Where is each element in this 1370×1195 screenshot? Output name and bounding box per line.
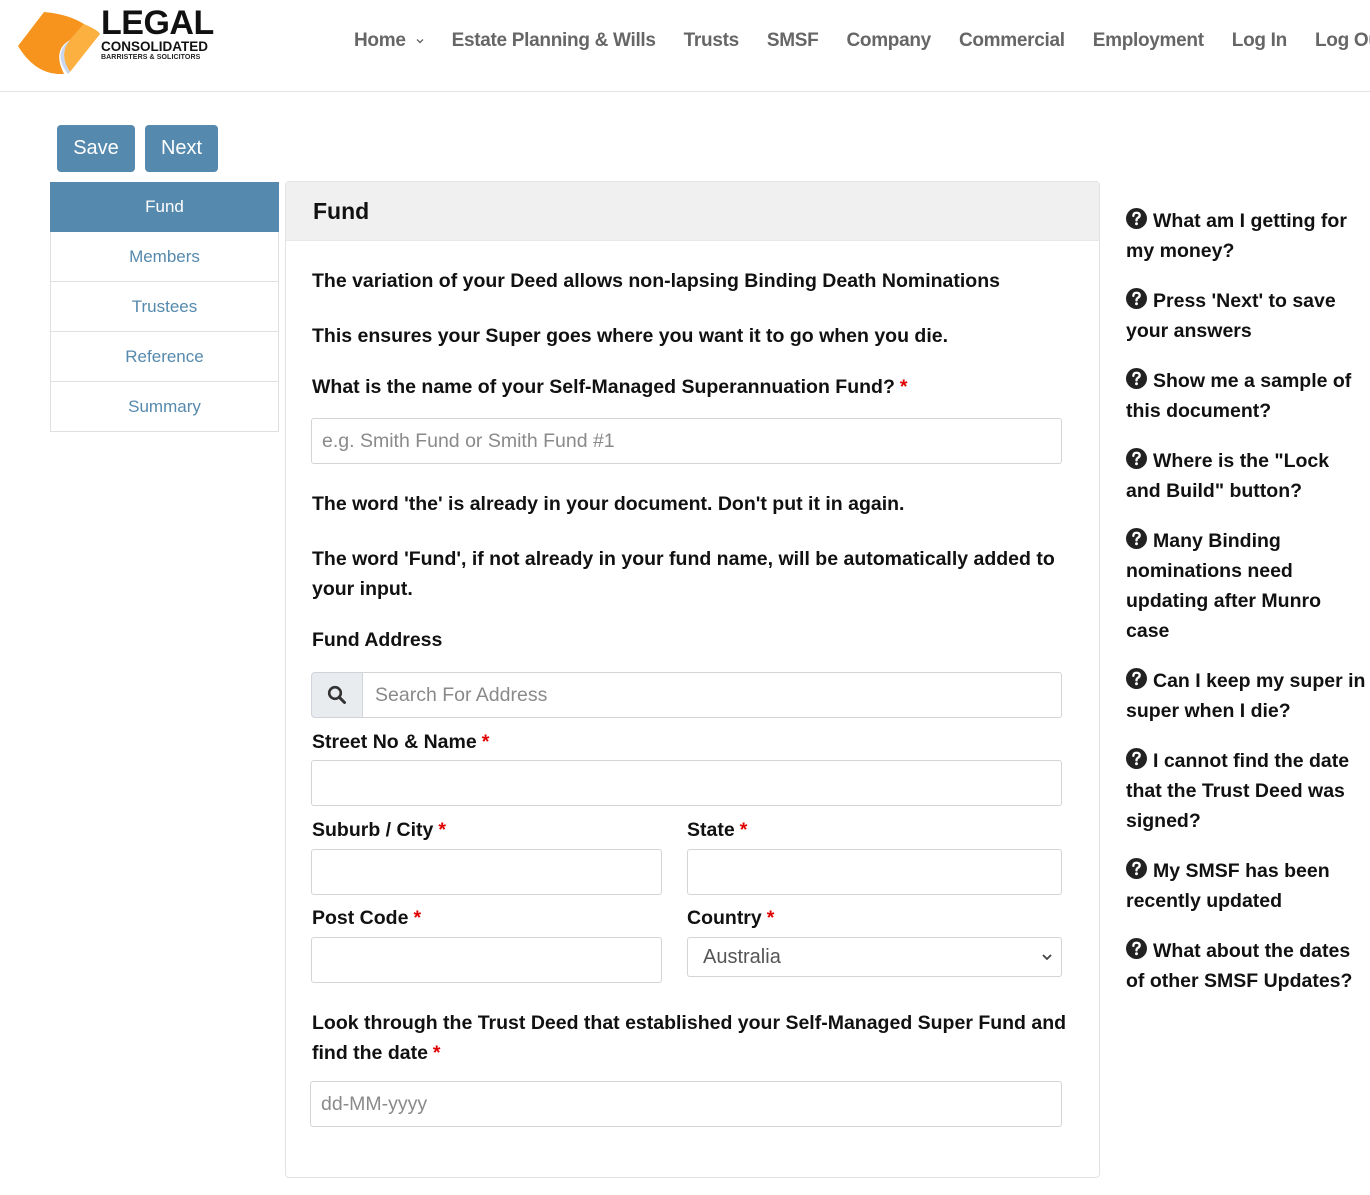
logo-title: LEGAL [101, 4, 214, 42]
help-link-text: What am I getting for my money? [1126, 210, 1347, 262]
deed-date-label: Look through the Trust Deed that establi… [312, 1008, 1072, 1068]
fund-name-input[interactable] [311, 418, 1062, 464]
question-circle-icon [1126, 668, 1147, 689]
fund-card: Fund The variation of your Deed allows n… [285, 181, 1100, 1178]
suburb-label: Suburb / City * [312, 819, 446, 842]
intro-text-2: This ensures your Super goes where you w… [312, 325, 949, 347]
nav-commercial[interactable]: Commercial [959, 30, 1065, 52]
note-text-1: The word 'the' is already in your docume… [312, 493, 905, 515]
state-label: State * [687, 819, 747, 842]
state-input[interactable] [687, 849, 1062, 895]
help-link-text: What about the dates of other SMSF Updat… [1126, 940, 1353, 992]
question-circle-icon [1126, 208, 1147, 229]
nav-home-label: Home [354, 30, 406, 51]
logo-subtitle: CONSOLIDATED [101, 39, 208, 54]
help-link[interactable]: Show me a sample of this document? [1126, 366, 1366, 426]
search-icon [327, 685, 346, 704]
help-link-text: Where is the "Lock and Build" button? [1126, 450, 1330, 502]
country-label-text: Country [687, 907, 762, 929]
address-search-button[interactable] [311, 672, 363, 718]
street-input[interactable] [311, 760, 1062, 806]
help-link[interactable]: What am I getting for my money? [1126, 206, 1366, 266]
help-link[interactable]: My SMSF has been recently updated [1126, 856, 1366, 916]
country-label: Country * [687, 907, 774, 930]
help-link-text: Show me a sample of this document? [1126, 370, 1352, 422]
next-button[interactable]: Next [145, 125, 218, 172]
card-header: Fund [286, 182, 1099, 241]
help-link-text: Press 'Next' to save your answers [1126, 290, 1336, 342]
fund-name-label-text: What is the name of your Self-Managed Su… [312, 376, 895, 398]
chevron-down-icon [1042, 954, 1052, 961]
nav-trusts[interactable]: Trusts [684, 30, 740, 52]
nav-log-out[interactable]: Log Out [1315, 30, 1370, 52]
help-link-text: Many Binding nominations need updating a… [1126, 530, 1321, 642]
help-link-text: I cannot find the date that the Trust De… [1126, 750, 1350, 832]
help-link[interactable]: Can I keep my super in super when I die? [1126, 666, 1366, 726]
fund-address-label: Fund Address [312, 629, 443, 651]
deed-date-input[interactable] [310, 1081, 1062, 1127]
state-label-text: State [687, 819, 735, 841]
help-links: What am I getting for my money? Press 'N… [1126, 206, 1366, 1016]
help-link-text: My SMSF has been recently updated [1126, 860, 1330, 912]
street-label: Street No & Name * [312, 731, 489, 754]
required-mark: * [739, 819, 748, 841]
steps-nav: Fund Members Trustees Reference Summary [50, 182, 279, 432]
postcode-label-text: Post Code [312, 907, 409, 929]
suburb-label-text: Suburb / City [312, 819, 434, 841]
postcode-label: Post Code * [312, 907, 421, 930]
required-mark: * [766, 907, 775, 929]
save-button[interactable]: Save [57, 125, 135, 172]
step-fund[interactable]: Fund [50, 182, 279, 232]
step-trustees[interactable]: Trustees [50, 282, 279, 332]
postcode-input[interactable] [311, 937, 662, 983]
nav-estate-planning[interactable]: Estate Planning & Wills [452, 30, 656, 52]
nav-home[interactable]: Home [354, 30, 424, 52]
note-text-2: The word 'Fund', if not already in your … [312, 548, 1055, 600]
nav-log-in[interactable]: Log In [1232, 30, 1287, 52]
logo-mark-icon [18, 12, 100, 74]
help-link-text: Can I keep my super in super when I die? [1126, 670, 1366, 722]
nav-company[interactable]: Company [846, 30, 931, 52]
site-header: LEGAL CONSOLIDATED BARRISTERS & SOLICITO… [0, 0, 1370, 92]
main-nav: Home Estate Planning & Wills Trusts SMSF… [354, 28, 1370, 54]
required-mark: * [481, 731, 490, 753]
country-selected-value: Australia [703, 945, 781, 968]
question-circle-icon [1126, 938, 1147, 959]
address-search-input[interactable] [362, 672, 1062, 718]
card-title: Fund [313, 197, 370, 224]
fund-name-label: What is the name of your Self-Managed Su… [312, 376, 907, 399]
logo[interactable]: LEGAL CONSOLIDATED BARRISTERS & SOLICITO… [18, 4, 218, 76]
required-mark: * [438, 819, 446, 841]
help-link[interactable]: Many Binding nominations need updating a… [1126, 526, 1366, 646]
nav-smsf[interactable]: SMSF [767, 30, 819, 52]
help-link[interactable]: What about the dates of other SMSF Updat… [1126, 936, 1366, 996]
chevron-down-icon [416, 39, 424, 44]
step-reference[interactable]: Reference [50, 332, 279, 382]
country-select[interactable]: Australia [687, 937, 1062, 977]
deed-date-label-text: Look through the Trust Deed that establi… [312, 1012, 1067, 1064]
required-mark: * [413, 907, 422, 929]
step-summary[interactable]: Summary [50, 382, 279, 432]
required-mark: * [899, 376, 908, 398]
question-circle-icon [1126, 748, 1147, 769]
question-circle-icon [1126, 368, 1147, 389]
intro-text-1: The variation of your Deed allows non-la… [312, 270, 1000, 292]
question-circle-icon [1126, 448, 1147, 469]
question-circle-icon [1126, 858, 1147, 879]
street-label-text: Street No & Name [312, 731, 477, 753]
help-link[interactable]: Press 'Next' to save your answers [1126, 286, 1366, 346]
required-mark: * [432, 1042, 441, 1064]
logo-tagline: BARRISTERS & SOLICITORS [101, 54, 201, 61]
nav-employment[interactable]: Employment [1093, 30, 1204, 52]
help-link[interactable]: Where is the "Lock and Build" button? [1126, 446, 1366, 506]
question-circle-icon [1126, 528, 1147, 549]
help-link[interactable]: I cannot find the date that the Trust De… [1126, 746, 1366, 836]
question-circle-icon [1126, 288, 1147, 309]
suburb-input[interactable] [311, 849, 662, 895]
step-members[interactable]: Members [50, 232, 279, 282]
